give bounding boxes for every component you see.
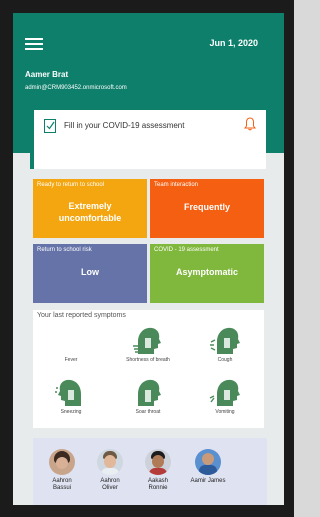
tile-label: COVID - 19 assessment [154, 247, 219, 253]
sore-throat-icon [138, 379, 161, 406]
tile-value: Frequently [183, 202, 230, 212]
symptoms-title: Your last reported symptoms [37, 312, 126, 319]
team-member[interactable]: Aakash Ronnie [137, 449, 179, 492]
member-name-last: Oliver [102, 485, 118, 491]
app-screen: Jun 1, 2020 Aamer Brat admin@CRM903452.o… [13, 13, 284, 505]
symptom-breath: Shortness of breath [110, 324, 186, 363]
tile-value-line2: uncomfortable [58, 213, 122, 223]
member-name-first: Aahron [100, 478, 120, 484]
symptom-cough: Cough [187, 324, 263, 363]
member-name-first: Aahron [52, 478, 72, 484]
team-members-strip: Aahron Bassui Aahron Oliver Aakash Ronni… [33, 438, 267, 505]
tile-ready-to-return[interactable]: Ready to return to school Extremely unco… [33, 179, 147, 238]
symptom-label: Vomiting [215, 409, 235, 415]
symptom-label: Fever [64, 357, 78, 363]
tile-label: Ready to return to school [37, 182, 105, 188]
menu-icon[interactable] [25, 38, 43, 50]
team-member[interactable]: Aahron Oliver [89, 449, 131, 492]
member-name-last: Ronnie [148, 485, 168, 491]
bell-icon[interactable] [244, 117, 256, 131]
member-name-last: Bassui [52, 485, 71, 491]
tile-value: Asymptomatic [175, 267, 238, 277]
member-name: Aamir James [190, 478, 226, 484]
tile-value: Low [81, 267, 99, 277]
tile-label: Return to school risk [37, 247, 92, 253]
tile-return-risk[interactable]: Return to school risk Low [33, 244, 147, 303]
avatar [49, 449, 75, 475]
symptom-label: Sneezing [60, 409, 82, 415]
breath-icon [133, 327, 161, 354]
symptom-label: Soar throat [135, 409, 161, 415]
tile-label: Team interaction [154, 182, 199, 188]
avatar [145, 449, 171, 475]
avatar [97, 449, 123, 475]
symptom-vomiting: Vomiting [187, 376, 263, 415]
fever-icon [33, 324, 109, 356]
user-email: admin@CRM903452.onmicrosoft.com [25, 85, 127, 91]
member-name-first: Aakash [147, 478, 168, 484]
covid-assessment-card[interactable]: Fill in your COVID-19 assessment [30, 110, 266, 169]
tile-value: Extremely uncomfortable [33, 200, 147, 224]
tile-team-interaction[interactable]: Team interaction Frequently [150, 179, 264, 238]
cough-icon [210, 327, 240, 354]
assessment-label: Fill in your COVID-19 assessment [64, 121, 185, 130]
symptom-label: Shortness of breath [126, 357, 170, 363]
vomiting-icon [209, 379, 240, 406]
header-date: Jun 1, 2020 [209, 38, 258, 48]
team-member[interactable]: Aahron Bassui [41, 449, 83, 492]
symptom-label: Cough [217, 357, 233, 363]
sneezing-icon [55, 379, 81, 406]
symptoms-card: Your last reported symptoms Fever Shortn… [33, 310, 264, 428]
symptom-sore-throat: Soar throat [110, 376, 186, 415]
team-member[interactable]: Aamir James [183, 449, 233, 485]
symptom-sneezing: Sneezing [33, 376, 109, 415]
device-frame: Jun 1, 2020 Aamer Brat admin@CRM903452.o… [0, 0, 294, 517]
user-name: Aamer Brat [25, 70, 69, 79]
tile-covid-assessment[interactable]: COVID - 19 assessment Asymptomatic [150, 244, 264, 303]
avatar [195, 449, 221, 475]
tile-value-line1: Extremely [68, 201, 112, 211]
document-check-icon [44, 119, 56, 133]
symptom-fever: Fever [33, 324, 109, 363]
